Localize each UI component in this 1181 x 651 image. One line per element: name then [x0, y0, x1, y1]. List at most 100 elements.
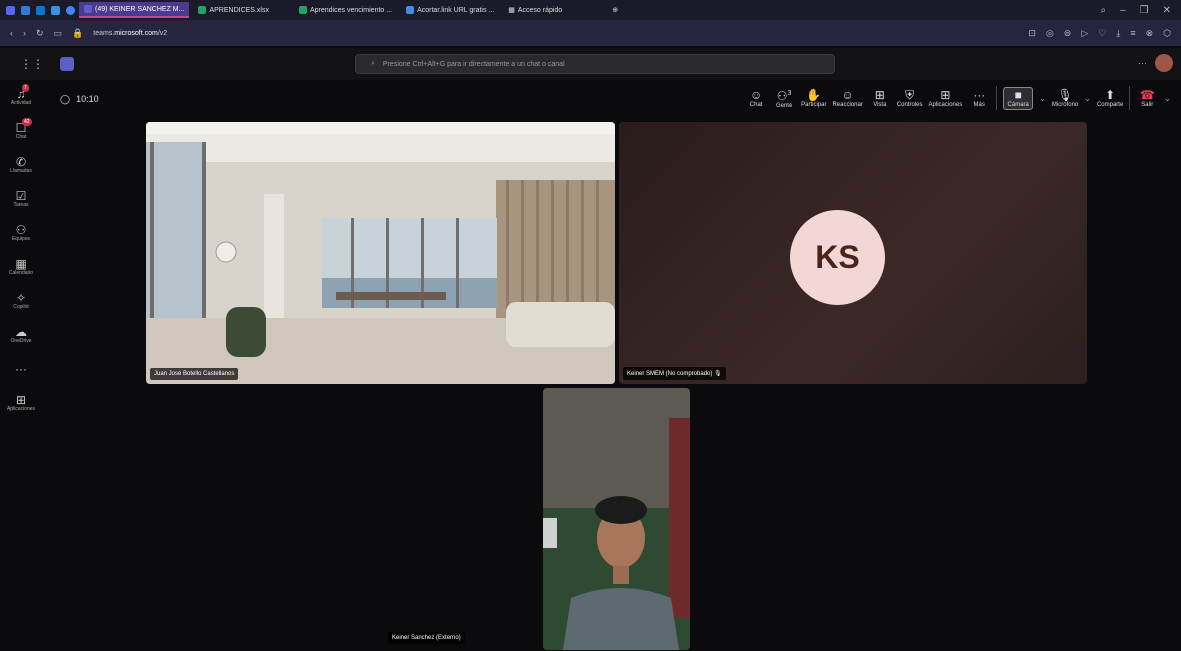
- rail-more-button[interactable]: ···: [0, 352, 42, 386]
- video-feed: [146, 122, 615, 384]
- meeting-toolbar: ◯ 10:10 ☺ Chat ⚇3 Gente ✋ Participar ☺ Reacci…: [42, 80, 1181, 118]
- raise-hand-button[interactable]: ✋ Participar: [801, 87, 826, 108]
- browser-nav: ‹ › ↻ ▭ 🔒: [0, 28, 83, 39]
- chevron-down-icon[interactable]: ⌄: [1164, 94, 1171, 103]
- camera-icon[interactable]: ◎: [1046, 28, 1054, 39]
- close-icon[interactable]: ✕: [1163, 5, 1171, 16]
- browser-extensions: ⊡ ◎ ⊜ ▷ ♡ ⤓ ≡ ⊗ ⬡: [1028, 28, 1181, 39]
- chat-button[interactable]: ☺ Chat: [745, 87, 767, 108]
- restore-icon[interactable]: ❐: [1140, 5, 1149, 16]
- address-bar: ‹ › ↻ ▭ 🔒 teams.microsoft.com/v2 ⊡ ◎ ⊜ ▷…: [0, 20, 1181, 46]
- leave-button[interactable]: ☎ Salir: [1136, 87, 1158, 108]
- play-icon[interactable]: ▷: [1081, 28, 1088, 39]
- pinned-app-icon[interactable]: [21, 5, 30, 15]
- camera-icon: ■: [1014, 87, 1022, 102]
- apps-button[interactable]: ⊞ Aplicaciones: [929, 87, 963, 108]
- add-app-icon: ⊞: [15, 393, 27, 407]
- controls-button[interactable]: ⛨ Controles: [897, 87, 923, 108]
- participant-name: Keiner Sanchez (Externo): [388, 632, 465, 644]
- browser-tab[interactable]: ▦ Acceso rápido: [503, 3, 567, 17]
- hangup-icon: ☎: [1139, 87, 1155, 102]
- chevron-down-icon[interactable]: ⌄: [1039, 94, 1046, 103]
- vpn-icon[interactable]: ⊜: [1064, 28, 1072, 39]
- rail-item-tareas[interactable]: ☑ Tareas: [0, 182, 42, 216]
- notification-badge: 7: [22, 84, 29, 92]
- app-launcher-icon[interactable]: ⋮⋮: [20, 57, 44, 71]
- participant-tile[interactable]: [543, 388, 690, 650]
- user-avatar[interactable]: [1155, 54, 1173, 72]
- new-tab-button[interactable]: ⊕: [607, 3, 623, 17]
- back-icon[interactable]: ‹: [10, 28, 13, 39]
- teams-icon: ⚇: [15, 223, 27, 237]
- hand-icon: ✋: [806, 87, 822, 102]
- forward-icon[interactable]: ›: [23, 28, 26, 39]
- camera-button[interactable]: ■ Cámara: [1003, 86, 1034, 110]
- rail-item-aplicaciones[interactable]: ⊞ Aplicaciones: [0, 386, 42, 420]
- ellipsis-icon: ···: [973, 87, 986, 102]
- download-icon[interactable]: ⤓: [1116, 28, 1120, 39]
- notification-badge: 42: [22, 118, 32, 126]
- meeting-controls: ☺ Chat ⚇3 Gente ✋ Participar ☺ Reaccionar ⊞ V…: [745, 86, 1171, 110]
- add-app-icon: ⊞: [940, 87, 951, 102]
- browser-tab[interactable]: Acortar.link URL gratis ...: [401, 3, 499, 17]
- window-controls: ⌕ – ❐ ✕: [1100, 5, 1181, 16]
- search-icon[interactable]: ⌕: [1100, 5, 1106, 16]
- rail-item-equipos[interactable]: ⚇ Equipos: [0, 216, 42, 250]
- browser-tab[interactable]: APRENDICES.xlsx: [193, 3, 274, 17]
- chat-icon: ☺: [749, 87, 763, 102]
- phone-icon: ✆: [15, 155, 27, 169]
- extension-icon[interactable]: ⬡: [1163, 28, 1171, 39]
- participant-tile[interactable]: KS Keiner SMEM (No comprobado) 🎙: [619, 122, 1087, 384]
- url-input[interactable]: teams.microsoft.com/v2: [93, 30, 167, 37]
- teams-icon: [84, 5, 92, 13]
- search-input[interactable]: ⌕ Presione Ctrl+Alt+G para ir directamen…: [355, 54, 835, 74]
- shield-icon: ⛨: [905, 87, 915, 102]
- browser-pinned-icons: [0, 5, 75, 15]
- browser-tab[interactable]: (49) KEINER SANCHEZ M...: [79, 2, 190, 18]
- minimize-icon[interactable]: –: [1120, 5, 1126, 16]
- participant-name: Keiner SMEM (No comprobado) 🎙: [623, 367, 726, 380]
- more-button[interactable]: ··· Más: [968, 87, 990, 108]
- smile-icon: ☺: [841, 87, 854, 102]
- rail-item-copilot[interactable]: ✧ Copilot: [0, 284, 42, 318]
- grid-icon: ▦: [508, 7, 515, 14]
- participant-tile[interactable]: Juan José Botello Castellanos: [146, 122, 615, 384]
- rail-item-onedrive[interactable]: ☁ OneDrive: [0, 318, 42, 352]
- view-button[interactable]: ⊞ Vista: [869, 88, 891, 108]
- lock-icon: 🔒: [72, 27, 84, 38]
- microphone-icon: 🎙: [1057, 87, 1073, 102]
- avatar: KS: [790, 210, 885, 305]
- search-icon: ⌕: [371, 60, 375, 67]
- link-icon: [406, 6, 415, 14]
- screenshot-icon[interactable]: ⊡: [1028, 28, 1036, 39]
- react-button[interactable]: ☺ Reaccionar: [832, 87, 862, 108]
- divider: [996, 86, 998, 110]
- sheets-icon: [298, 6, 307, 14]
- pinned-app-icon[interactable]: [51, 5, 60, 15]
- copilot-icon: ✧: [15, 291, 27, 305]
- share-button[interactable]: ⬆ Comparte: [1097, 88, 1123, 108]
- screen-icon[interactable]: ▭: [54, 28, 63, 39]
- rail-item-calendario[interactable]: ▦ Calendario: [0, 250, 42, 284]
- heart-icon[interactable]: ♡: [1098, 28, 1106, 39]
- video-feed: [543, 388, 690, 650]
- pinned-app-icon[interactable]: [66, 5, 75, 15]
- excel-icon: [198, 6, 207, 14]
- rail-item-chat[interactable]: ☐ 42 Chat: [0, 114, 42, 148]
- menu-icon[interactable]: ≡: [1130, 28, 1135, 39]
- pinned-app-icon[interactable]: [36, 5, 45, 15]
- pinned-app-icon[interactable]: [6, 5, 15, 15]
- rail-item-llamadas[interactable]: ✆ Llamadas: [0, 148, 42, 182]
- calendar-icon: ▦: [15, 257, 27, 271]
- chevron-down-icon[interactable]: ⌄: [1084, 94, 1091, 103]
- mic-muted-icon: 🎙: [714, 371, 722, 377]
- browser-tab[interactable]: Aprendices vencimiento ...: [294, 3, 397, 17]
- rail-item-actividad[interactable]: ♫ 7 Actividad: [0, 80, 42, 114]
- reload-icon[interactable]: ↻: [36, 28, 44, 39]
- mic-button[interactable]: 🎙 Micrófono: [1052, 87, 1078, 108]
- teams-logo-icon: [60, 57, 74, 71]
- profile-icon[interactable]: ⊗: [1146, 28, 1154, 39]
- teams-header: ⋮⋮ ⌕ Presione Ctrl+Alt+G para ir directa…: [0, 48, 1181, 80]
- more-options-icon[interactable]: ···: [1138, 58, 1147, 68]
- people-button[interactable]: ⚇3 Gente: [773, 87, 795, 110]
